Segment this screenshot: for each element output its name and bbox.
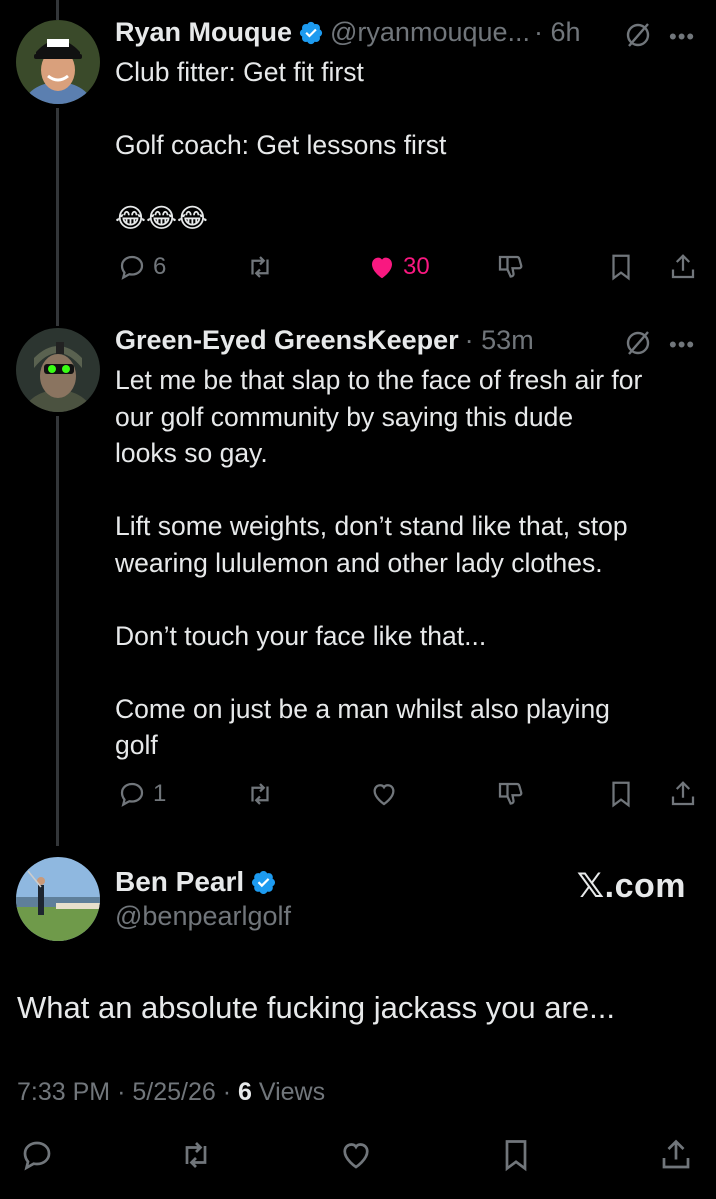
bookmark-icon (612, 254, 630, 281)
thread-line-2 (56, 416, 59, 846)
reply-icon (120, 782, 144, 807)
verified-badge-icon (252, 870, 276, 894)
author-handle[interactable]: @benpearlgolf (115, 901, 291, 932)
dislike-button[interactable] (495, 252, 525, 282)
retweet-icon (251, 783, 269, 805)
tweet-time[interactable]: 7:33 PM (17, 1078, 110, 1106)
more-icon[interactable]: ••• (669, 24, 695, 50)
retweet-icon (251, 256, 269, 278)
author-name[interactable]: Green-Eyed GreensKeeper (115, 325, 459, 356)
avatar-ryan-mouque[interactable] (16, 20, 100, 104)
retweet-button[interactable] (178, 1137, 214, 1173)
retweet-icon (185, 1142, 207, 1168)
tweet-header: Green-Eyed GreensKeeper · 53m (115, 325, 534, 356)
main-tweet-text: What an absolute fucking jackass you are… (17, 990, 615, 1025)
avatar-green-eyed-greenskeeper[interactable] (16, 328, 100, 412)
views-count: 6 (238, 1078, 252, 1106)
share-button[interactable] (658, 1137, 694, 1173)
bookmark-icon (612, 781, 630, 808)
grok-icon[interactable] (624, 21, 652, 49)
like-icon (372, 257, 392, 279)
share-icon (671, 254, 695, 279)
reply-button[interactable]: 6 (117, 252, 166, 282)
like-button[interactable]: 30 (367, 252, 430, 282)
like-button[interactable] (338, 1137, 374, 1173)
bookmark-button[interactable] (606, 779, 636, 809)
author-name[interactable]: Ryan Mouque (115, 17, 292, 48)
tweet-text: Let me be that slap to the face of fresh… (115, 365, 643, 760)
bookmark-button[interactable] (606, 252, 636, 282)
tweet-header: Ryan Mouque @ryanmouque... · 6h (115, 17, 581, 48)
reply-button[interactable] (19, 1137, 55, 1173)
thread-line-1 (56, 108, 59, 326)
reply-button[interactable]: 1 (117, 779, 166, 809)
dislike-icon (498, 255, 523, 278)
source-watermark: 𝕏.com (576, 867, 686, 905)
reply-icon (120, 255, 144, 280)
reply-icon (23, 1141, 51, 1171)
like-button[interactable] (369, 779, 399, 809)
bookmark-button[interactable] (498, 1137, 534, 1173)
verified-badge-icon (299, 21, 323, 44)
reply-count: 6 (153, 253, 167, 280)
share-icon (662, 1139, 690, 1169)
share-icon (671, 781, 695, 806)
tweet-meta: 7:33 PM · 5/25/26 · 6 Views (17, 1078, 326, 1106)
author-handle[interactable]: @ryanmouque... (330, 17, 530, 48)
more-icon[interactable]: ••• (669, 332, 695, 358)
share-button[interactable] (668, 252, 698, 282)
bookmark-icon (505, 1140, 527, 1172)
tweet-date[interactable]: 5/25/26 (132, 1078, 215, 1106)
tweet-time[interactable]: · 53m (465, 325, 534, 356)
tweet-time[interactable]: · 6h (534, 17, 581, 48)
grok-icon[interactable] (624, 329, 652, 357)
tweet-text: Club fitter: Get fit first Golf coach: G… (115, 57, 447, 233)
retweet-button[interactable] (245, 779, 275, 809)
reply-count: 1 (153, 780, 167, 807)
views-label: Views (258, 1078, 326, 1106)
main-author: Ben Pearl (115, 866, 283, 898)
dislike-icon (498, 782, 523, 805)
thread-line-top (56, 0, 59, 20)
retweet-button[interactable] (245, 252, 275, 282)
like-count: 30 (403, 253, 430, 280)
dislike-button[interactable] (495, 779, 525, 809)
author-name[interactable]: Ben Pearl (115, 866, 244, 898)
avatar-ben-pearl[interactable] (16, 857, 100, 941)
like-icon (373, 784, 395, 806)
like-icon (343, 1143, 369, 1169)
share-button[interactable] (668, 779, 698, 809)
